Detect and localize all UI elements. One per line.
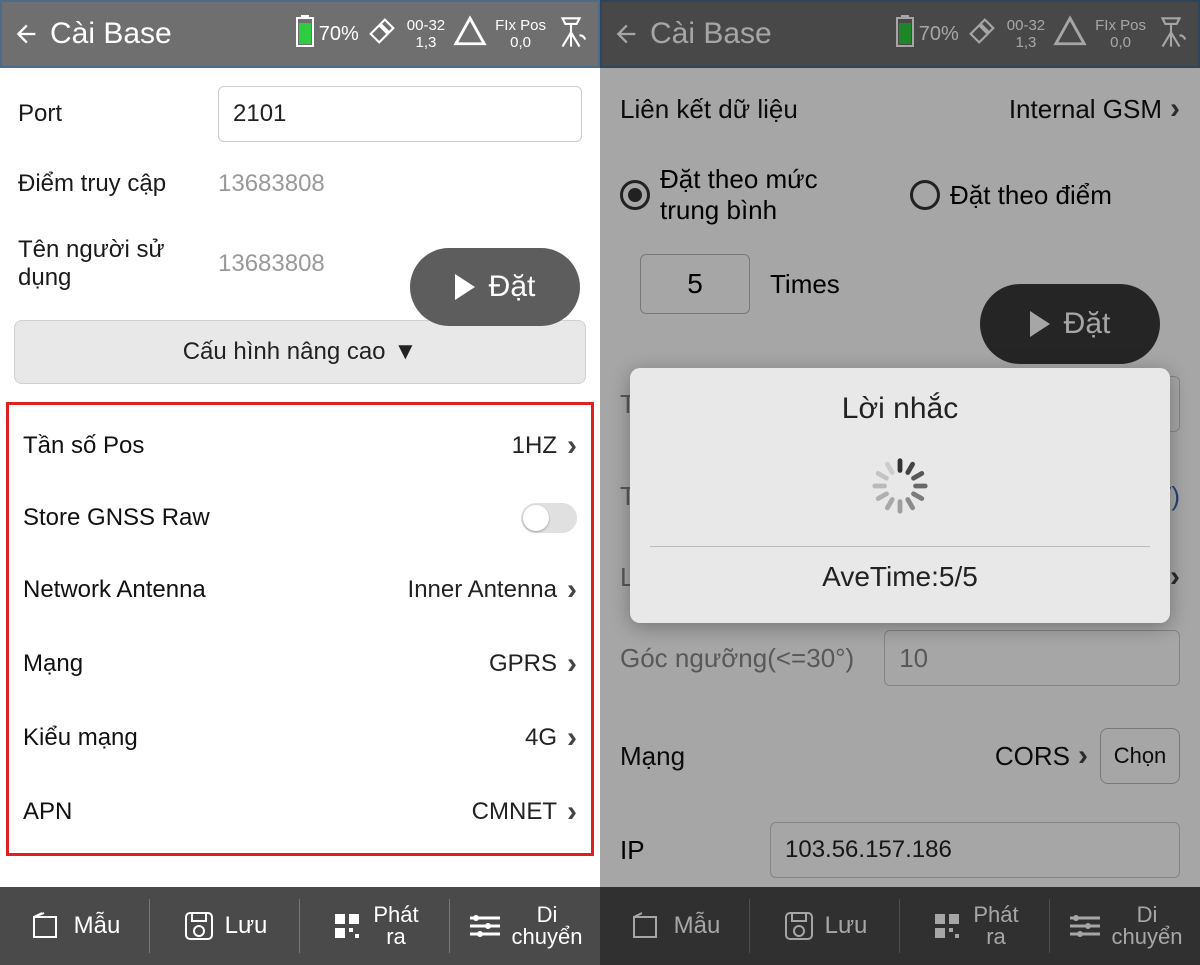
- network-row[interactable]: Mạng GPRS›: [9, 627, 591, 701]
- template-button[interactable]: Mẫu: [0, 887, 150, 965]
- chevron-right-icon: ›: [567, 647, 577, 681]
- screen-right: Cài Base 70% 00-321,3 FIx Pos0,0 Liên kế…: [600, 0, 1200, 965]
- page-title: Cài Base: [50, 17, 172, 51]
- left-content: Port 2101 Điểm truy cập 13683808 Tên ngư…: [0, 68, 600, 887]
- broadcast-button[interactable]: Phátra: [300, 887, 450, 965]
- caret-down-icon: ▼: [394, 338, 418, 366]
- set-button[interactable]: Đặt: [410, 248, 580, 326]
- triangle-icon: [453, 14, 487, 54]
- highlighted-section: Tần số Pos 1HZ› Store GNSS Raw Network A…: [6, 402, 594, 856]
- port-row: Port 2101: [0, 68, 600, 160]
- advanced-config-button[interactable]: Cấu hình nâng cao ▼: [14, 320, 586, 384]
- chevron-right-icon: ›: [567, 573, 577, 607]
- store-gnss-row[interactable]: Store GNSS Raw: [9, 483, 591, 553]
- battery-indicator: 70%: [295, 15, 359, 53]
- nettype-row[interactable]: Kiểu mạng 4G›: [9, 701, 591, 775]
- gnss-toggle[interactable]: [521, 503, 577, 533]
- bottom-bar: Mẫu Lưu Phátra Dichuyển: [0, 887, 600, 965]
- screen-left: Cài Base 70% 00-321,3 FIx Pos0,0 Port 21…: [0, 0, 600, 965]
- spinner-icon: [870, 456, 930, 516]
- prompt-modal: Lời nhắc AveTime:: [630, 368, 1170, 623]
- apn-row[interactable]: APN CMNET›: [9, 775, 591, 849]
- network-antenna-row[interactable]: Network Antenna Inner Antenna›: [9, 553, 591, 627]
- satellite-icon: [365, 14, 399, 54]
- modal-title: Lời nhắc: [842, 392, 958, 426]
- avetime-label: AveTime:5/5: [822, 561, 978, 593]
- chevron-right-icon: ›: [567, 795, 577, 829]
- tripod-icon: [554, 12, 588, 56]
- save-button[interactable]: Lưu: [150, 887, 300, 965]
- pos-freq-row[interactable]: Tần số Pos 1HZ›: [9, 409, 591, 483]
- accesspoint-row: Điểm truy cập 13683808: [0, 160, 600, 208]
- status-bar: Cài Base 70% 00-321,3 FIx Pos0,0: [0, 0, 600, 68]
- play-icon: [455, 274, 475, 300]
- chevron-right-icon: ›: [567, 721, 577, 755]
- move-button[interactable]: Dichuyển: [450, 887, 600, 965]
- port-input[interactable]: 2101: [218, 86, 582, 142]
- back-icon[interactable]: [12, 20, 40, 48]
- chevron-right-icon: ›: [567, 429, 577, 463]
